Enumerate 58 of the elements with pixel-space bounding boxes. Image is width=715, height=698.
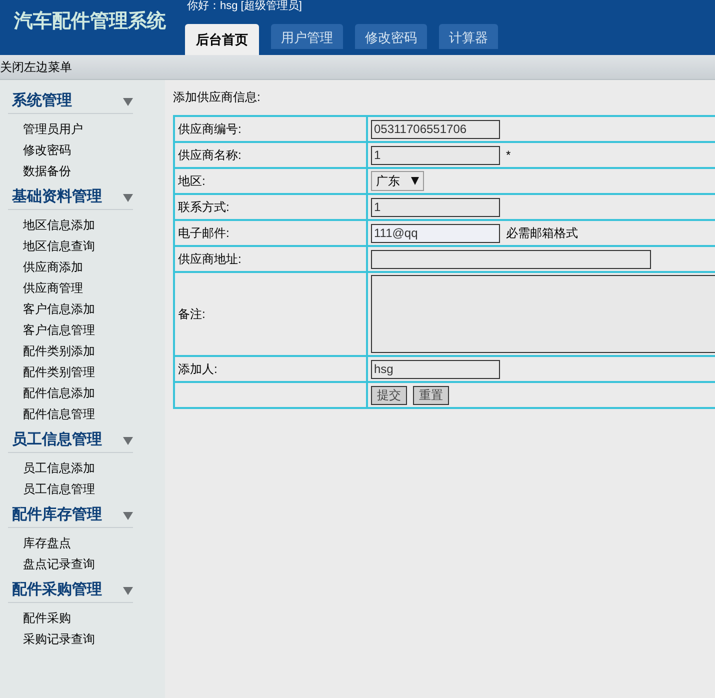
field-hint: *: [506, 147, 511, 164]
input-field[interactable]: 1: [371, 146, 500, 164]
field-label: 供应商地址:: [178, 252, 242, 266]
input-field[interactable]: 1: [371, 198, 500, 216]
input-field[interactable]: 111@qq: [371, 224, 500, 242]
form-title: 添加供应商信息:: [173, 89, 262, 106]
region-dropdown[interactable]: 广东: [371, 171, 424, 191]
menu-item[interactable]: 配件采购: [23, 611, 71, 625]
caret-icon[interactable]: [123, 98, 133, 106]
menu-group-title[interactable]: 配件采购管理: [8, 579, 102, 602]
menu-item[interactable]: 盘点记录查询: [23, 557, 95, 571]
field-label: 供应商编号:: [178, 122, 242, 136]
form-button[interactable]: 提交: [371, 386, 407, 404]
field-label: 添加人:: [178, 362, 218, 376]
menu-item[interactable]: 配件类别添加: [23, 344, 95, 358]
menu-group-title[interactable]: 系统管理: [8, 90, 72, 113]
field-label: 联系方式:: [178, 200, 230, 214]
caret-icon[interactable]: [123, 436, 133, 444]
app-title: 汽车配件管理系统: [12, 10, 167, 34]
menu-item[interactable]: 供应商管理: [23, 281, 83, 295]
menu-item[interactable]: 库存盘点: [23, 536, 71, 550]
menu-group-title[interactable]: 员工信息管理: [8, 429, 102, 452]
field-label: 供应商名称:: [178, 148, 242, 162]
nav-tab[interactable]: 用户管理: [271, 24, 343, 49]
remarks-textarea[interactable]: [371, 275, 715, 353]
nav-tab[interactable]: 计算器: [439, 24, 498, 49]
menu-item[interactable]: 配件类别管理: [23, 365, 95, 379]
menu-item[interactable]: 采购记录查询: [23, 632, 95, 646]
field-label: 备注:: [178, 307, 206, 321]
form-button[interactable]: 重置: [413, 386, 449, 404]
caret-icon[interactable]: [123, 512, 133, 520]
menu-item[interactable]: 员工信息添加: [23, 461, 95, 475]
menu-item[interactable]: 员工信息管理: [23, 482, 95, 496]
greeting-text: 你好：hsg [超级管理员]: [186, 0, 303, 14]
input-field[interactable]: [371, 250, 651, 268]
menu-item[interactable]: 数据备份: [23, 164, 71, 178]
menu-item[interactable]: 地区信息添加: [23, 218, 95, 232]
menu-item[interactable]: 配件信息管理: [23, 407, 95, 421]
caret-icon[interactable]: [123, 586, 133, 594]
menu-group-title[interactable]: 基础资料管理: [8, 186, 102, 209]
menu-item[interactable]: 修改密码: [23, 143, 71, 157]
menu-item[interactable]: 地区信息查询: [23, 239, 95, 253]
dropdown-caret-icon: [411, 177, 419, 185]
menu-group-title[interactable]: 配件库存管理: [8, 504, 102, 527]
nav-tab[interactable]: 修改密码: [355, 24, 427, 49]
input-field[interactable]: hsg: [371, 360, 500, 378]
menu-item[interactable]: 客户信息管理: [23, 323, 95, 337]
nav-tab[interactable]: 后台首页: [185, 24, 259, 55]
toggle-menu-link[interactable]: 关闭左边菜单: [0, 58, 72, 76]
menu-item[interactable]: 管理员用户: [23, 122, 83, 136]
menu-item[interactable]: 配件信息添加: [23, 386, 95, 400]
field-label: 电子邮件:: [178, 226, 230, 240]
menu-item[interactable]: 供应商添加: [23, 260, 83, 274]
input-field[interactable]: 05311706551706: [371, 120, 500, 138]
field-label: 地区:: [178, 174, 206, 188]
menu-item[interactable]: 客户信息添加: [23, 302, 95, 316]
field-hint: 必需邮箱格式: [506, 225, 578, 242]
caret-icon[interactable]: [123, 194, 133, 202]
